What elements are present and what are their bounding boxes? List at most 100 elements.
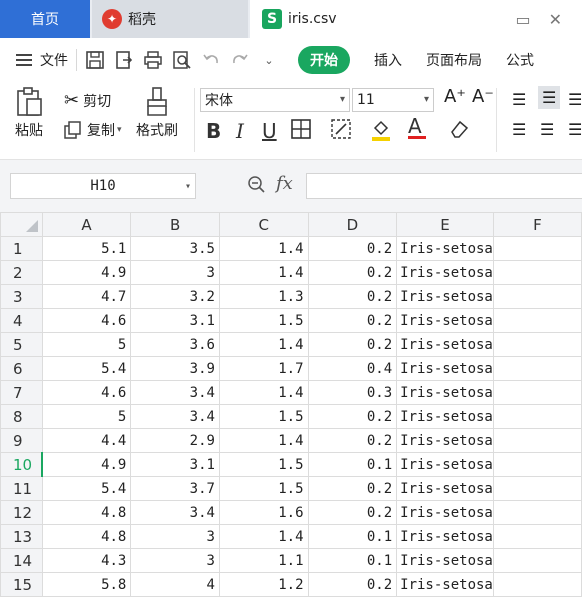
row-header[interactable]: 9 bbox=[0, 428, 43, 453]
tab-formulas[interactable]: 公式 bbox=[506, 50, 534, 70]
cell-f2[interactable] bbox=[492, 260, 582, 285]
cell-e3[interactable]: Iris-setosa bbox=[396, 284, 494, 309]
cell-a9[interactable]: 4.4 bbox=[41, 428, 132, 453]
cell-e7[interactable]: Iris-setosa bbox=[396, 380, 494, 405]
select-all-corner[interactable] bbox=[0, 212, 43, 237]
cell-d12[interactable]: 0.2 bbox=[307, 500, 398, 525]
column-header-f[interactable]: F bbox=[492, 212, 582, 237]
cell-c14[interactable]: 1.1 bbox=[218, 548, 309, 573]
cell-b1[interactable]: 3.5 bbox=[130, 236, 220, 261]
column-header-a[interactable]: A bbox=[41, 212, 132, 237]
align-top-icon[interactable]: ☰ bbox=[512, 90, 526, 109]
cell-f4[interactable] bbox=[492, 308, 582, 333]
cell-c7[interactable]: 1.4 bbox=[218, 380, 309, 405]
cell-d7[interactable]: 0.3 bbox=[307, 380, 398, 405]
print-icon[interactable] bbox=[143, 50, 163, 70]
tab-home[interactable]: 首页 bbox=[0, 0, 90, 38]
cell-c3[interactable]: 1.3 bbox=[218, 284, 309, 309]
cell-e14[interactable]: Iris-setosa bbox=[396, 548, 494, 573]
cell-a3[interactable]: 4.7 bbox=[41, 284, 132, 309]
cell-e5[interactable]: Iris-setosa bbox=[396, 332, 494, 357]
cell-a5[interactable]: 5 bbox=[41, 332, 132, 357]
cell-f6[interactable] bbox=[492, 356, 582, 381]
cell-d14[interactable]: 0.1 bbox=[307, 548, 398, 573]
cell-b11[interactable]: 3.7 bbox=[130, 476, 220, 501]
cell-c5[interactable]: 1.4 bbox=[218, 332, 309, 357]
cell-b5[interactable]: 3.6 bbox=[130, 332, 220, 357]
cell-a7[interactable]: 4.6 bbox=[41, 380, 132, 405]
cell-e6[interactable]: Iris-setosa bbox=[396, 356, 494, 381]
cell-c12[interactable]: 1.6 bbox=[218, 500, 309, 525]
cell-c1[interactable]: 1.4 bbox=[218, 236, 309, 261]
paste-button[interactable]: 粘贴 bbox=[14, 86, 44, 140]
cell-b2[interactable]: 3 bbox=[130, 260, 220, 285]
redo-icon[interactable] bbox=[230, 50, 250, 70]
cell-c8[interactable]: 1.5 bbox=[218, 404, 309, 429]
row-header[interactable]: 10 bbox=[0, 452, 44, 477]
row-header[interactable]: 6 bbox=[0, 356, 43, 381]
column-header-c[interactable]: C bbox=[218, 212, 309, 237]
cell-f1[interactable] bbox=[492, 236, 582, 261]
font-size-select[interactable]: 11 ▾ bbox=[352, 88, 434, 112]
cut-button[interactable]: ✂ 剪切 bbox=[64, 90, 111, 111]
cell-d15[interactable]: 0.2 bbox=[307, 572, 398, 597]
cell-d6[interactable]: 0.4 bbox=[307, 356, 398, 381]
cell-d11[interactable]: 0.2 bbox=[307, 476, 398, 501]
file-menu-button[interactable]: 文件 bbox=[16, 50, 68, 70]
bold-icon[interactable]: B bbox=[206, 119, 221, 143]
cell-a12[interactable]: 4.8 bbox=[41, 500, 132, 525]
cell-c11[interactable]: 1.5 bbox=[218, 476, 309, 501]
align-center-icon[interactable]: ☰ bbox=[540, 120, 554, 139]
column-header-d[interactable]: D bbox=[307, 212, 398, 237]
tab-page-layout[interactable]: 页面布局 bbox=[426, 50, 482, 70]
cell-b9[interactable]: 2.9 bbox=[130, 428, 220, 453]
cell-a8[interactable]: 5 bbox=[41, 404, 132, 429]
formula-input[interactable] bbox=[306, 173, 582, 199]
cell-d13[interactable]: 0.1 bbox=[307, 524, 398, 549]
cell-b8[interactable]: 3.4 bbox=[130, 404, 220, 429]
font-name-select[interactable]: 宋体 ▾ bbox=[200, 88, 350, 112]
cell-b15[interactable]: 4 bbox=[130, 572, 220, 597]
cell-f14[interactable] bbox=[492, 548, 582, 573]
cell-f9[interactable] bbox=[492, 428, 582, 453]
cell-f13[interactable] bbox=[492, 524, 582, 549]
tab-start[interactable]: 开始 bbox=[298, 46, 350, 74]
close-icon[interactable]: ✕ bbox=[549, 10, 562, 29]
cell-a10[interactable]: 4.9 bbox=[41, 452, 132, 477]
cell-e1[interactable]: Iris-setosa bbox=[396, 236, 494, 261]
cell-d4[interactable]: 0.2 bbox=[307, 308, 398, 333]
more-chevron-icon[interactable]: ⌄ bbox=[259, 50, 279, 70]
cell-style-icon[interactable] bbox=[330, 118, 352, 145]
cell-b6[interactable]: 3.9 bbox=[130, 356, 220, 381]
cell-d3[interactable]: 0.2 bbox=[307, 284, 398, 309]
cell-c2[interactable]: 1.4 bbox=[218, 260, 309, 285]
row-header[interactable]: 8 bbox=[0, 404, 43, 429]
cell-c10[interactable]: 1.5 bbox=[218, 452, 309, 477]
cell-f5[interactable] bbox=[492, 332, 582, 357]
cell-a4[interactable]: 4.6 bbox=[41, 308, 132, 333]
tab-docer[interactable]: ✦ 稻壳 bbox=[92, 0, 248, 38]
row-header[interactable]: 5 bbox=[0, 332, 43, 357]
print-preview-icon[interactable] bbox=[172, 50, 192, 70]
cell-f10[interactable] bbox=[492, 452, 582, 477]
cell-a2[interactable]: 4.9 bbox=[41, 260, 132, 285]
cell-e11[interactable]: Iris-setosa bbox=[396, 476, 494, 501]
cell-c9[interactable]: 1.4 bbox=[218, 428, 309, 453]
undo-icon[interactable] bbox=[201, 50, 221, 70]
cell-b12[interactable]: 3.4 bbox=[130, 500, 220, 525]
cell-e13[interactable]: Iris-setosa bbox=[396, 524, 494, 549]
cell-d10[interactable]: 0.1 bbox=[307, 452, 398, 477]
cell-b14[interactable]: 3 bbox=[130, 548, 220, 573]
name-box[interactable]: H10 ▾ bbox=[10, 173, 196, 199]
row-header[interactable]: 14 bbox=[0, 548, 43, 573]
cell-a13[interactable]: 4.8 bbox=[41, 524, 132, 549]
copy-button[interactable]: 复制 ▾ bbox=[64, 120, 122, 140]
increase-font-button[interactable]: A⁺ bbox=[444, 86, 466, 107]
cell-c15[interactable]: 1.2 bbox=[218, 572, 309, 597]
align-right-icon[interactable]: ☰ bbox=[568, 120, 582, 139]
cell-e9[interactable]: Iris-setosa bbox=[396, 428, 494, 453]
cell-d1[interactable]: 0.2 bbox=[307, 236, 398, 261]
tab-iris-csv[interactable]: S iris.csv ▭ ✕ bbox=[250, 0, 582, 38]
cell-e15[interactable]: Iris-setosa bbox=[396, 572, 494, 597]
cell-f7[interactable] bbox=[492, 380, 582, 405]
